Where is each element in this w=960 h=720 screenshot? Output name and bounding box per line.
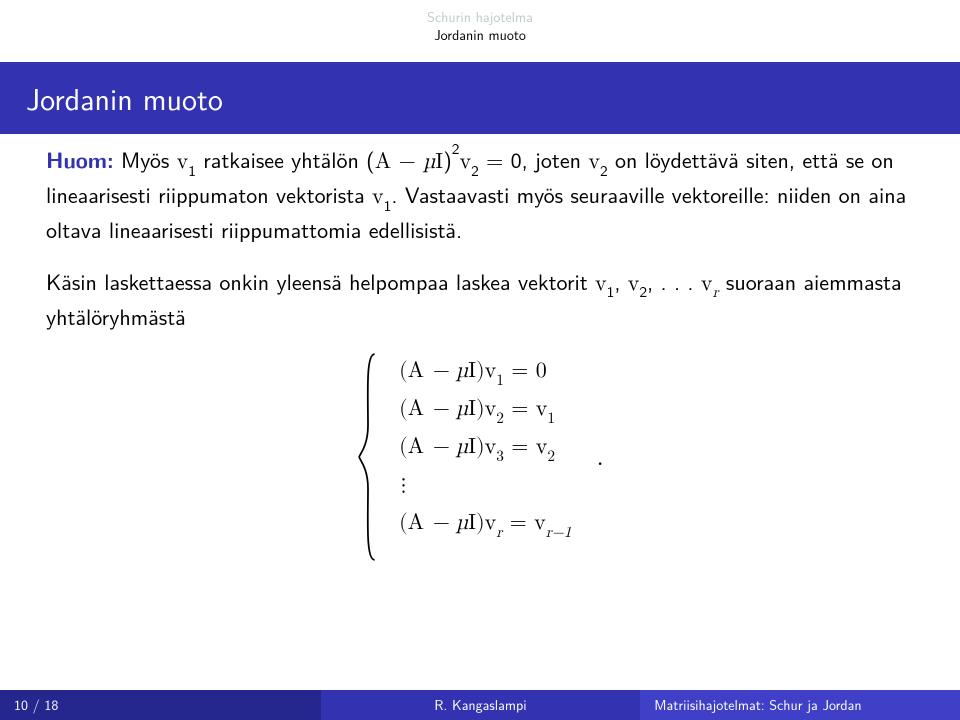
e3-mu: − µ [424,436,468,458]
eq-3: (A − µI)v3 = v2 [399,432,571,464]
e4-rv: v [534,512,546,534]
sub1b: 1 [384,193,392,216]
footer-author: R. Kangaslampi [321,690,641,720]
lead-label: Huom: [46,143,114,175]
e4-rs: r−1 [546,525,572,540]
sub1: 1 [188,158,196,181]
footer-title-text: Matriisihajotelmat: Schur ja Jordan [654,695,861,715]
mu1: µ [423,151,435,173]
p2-s1: 1 [607,279,615,302]
e3-v: v [485,436,497,458]
e2-I: I [468,398,476,420]
e4-I: I [468,512,476,534]
e3-s: 3 [496,449,504,464]
p2-v2: v [628,273,640,295]
sup2: 2 [452,136,460,159]
e2-rp: ) [476,398,485,420]
eq-r: (A − µI)vr = vr−1 [399,508,571,540]
sub2: 2 [471,158,479,181]
p2-vr: v [701,273,713,295]
e1-A: A [408,360,425,382]
footer: 10 / 18 R. Kangaslampi Matriisihajotelma… [0,690,960,720]
dots: , . . . [647,265,701,297]
vec-v1b: v [372,186,384,208]
e3-eq: = [504,436,536,458]
e2-eq: = [504,398,536,420]
e1-v: v [485,360,497,382]
p1-t1: Myös [114,143,177,175]
e2-A: A [408,398,425,420]
e3-lp: ( [399,436,408,458]
comma1: , [614,265,627,297]
sub2b: 2 [600,158,608,181]
mat-A: A [375,151,392,173]
nav-section-current: Jordanin muoto [0,26,960,44]
equation-group: (A − µI)v1 = 0 (A − µI)v2 = v1 (A − µI)v… [357,352,603,562]
e1-s: 1 [496,373,504,388]
e3-rp: ) [476,436,485,458]
eq0: = 0, joten [479,143,589,175]
p2-sr: r [713,285,719,300]
e4-s: r [496,525,502,540]
e1-mu: − µ [424,360,468,382]
equation-system: (A − µI)v1 = 0 (A − µI)v2 = v1 (A − µI)v… [46,352,914,562]
e4-A: A [408,512,425,534]
e1-lp: ( [399,360,408,382]
e1-rp: ) [476,360,485,382]
p2-v1: v [595,273,607,295]
rparen1: ) [443,143,452,175]
equations-list: (A − µI)v1 = 0 (A − µI)v2 = v1 (A − µI)v… [399,352,571,562]
e3-A: A [408,436,425,458]
eq-period: . [591,352,603,562]
e1-eq: = 0 [504,360,547,382]
paragraph-2: Käsin laskettaessa onkin yleensä helpomp… [46,266,914,333]
e2-s: 2 [496,411,504,426]
frame-title-text: Jordanin muoto [26,76,223,120]
e4-rp: ) [476,512,485,534]
vec-v1: v [177,151,189,173]
e3-rv: v [536,436,548,458]
section-nav: Schurin hajotelma Jordanin muoto [0,8,960,44]
minus1: − [391,143,423,175]
e4-mu: − µ [424,512,468,534]
nav-section-dim: Schurin hajotelma [0,8,960,26]
e4-v: v [485,512,497,534]
vec-v2b: v [588,151,600,173]
e2-mu: − µ [424,398,468,420]
p2-t1: Käsin laskettaessa onkin yleensä helpomp… [46,265,595,297]
eq-2: (A − µI)v2 = v1 [399,394,571,426]
footer-page-text: 10 / 18 [14,695,58,715]
footer-title: Matriisihajotelmat: Schur ja Jordan [640,690,960,720]
e2-rv: v [536,398,548,420]
e3-rs: 2 [547,449,555,464]
vec-v2: v [459,151,471,173]
left-brace-icon [357,352,379,562]
footer-author-text: R. Kangaslampi [434,695,526,715]
slide: Schurin hajotelma Jordanin muoto Jordani… [0,0,960,720]
e1-I: I [468,360,476,382]
eq-1: (A − µI)v1 = 0 [399,356,571,388]
paragraph-1: Huom: Myös v1 ratkaisee yhtälön (A − µI)… [46,144,914,246]
e2-v: v [485,398,497,420]
e4-eq: = [502,512,534,534]
e2-rs: 1 [547,411,555,426]
p2-s2: 2 [639,279,647,302]
e3-I: I [468,436,476,458]
frame-title: Jordanin muoto [0,62,960,134]
e4-lp: ( [399,512,408,534]
body: Huom: Myös v1 ratkaisee yhtälön (A − µI)… [46,144,914,562]
p1-t2: ratkaisee yhtälön ( [196,143,375,175]
eq-vdots: ⋮ [399,470,571,502]
footer-page: 10 / 18 [0,690,321,720]
e2-lp: ( [399,398,408,420]
